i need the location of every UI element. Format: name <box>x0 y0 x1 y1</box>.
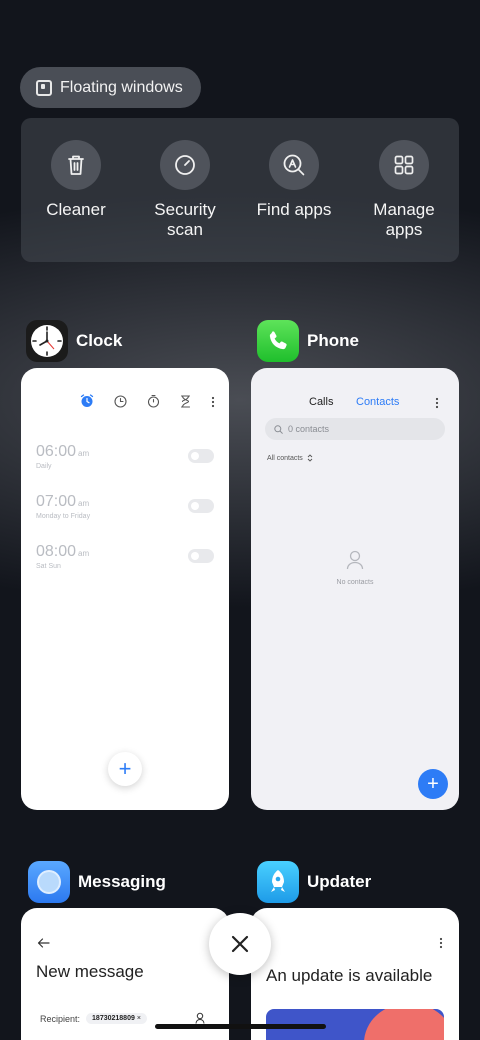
world-clock-tab-icon[interactable] <box>114 394 127 413</box>
tab-calls[interactable]: Calls <box>309 396 333 408</box>
alarm-time: 06:00 am <box>36 443 90 460</box>
no-contacts-label: No contacts <box>336 579 374 586</box>
contacts-filter-dropdown[interactable]: All contacts <box>267 454 313 462</box>
phone-app-name: Phone <box>307 331 359 350</box>
clear-all-button[interactable] <box>209 913 271 975</box>
updater-app-name: Updater <box>307 872 372 891</box>
messaging-app-header[interactable]: Messaging <box>28 861 166 903</box>
floating-windows-label: Floating windows <box>60 78 183 96</box>
more-options-icon[interactable] <box>435 397 439 412</box>
cleaner-button[interactable]: Cleaner <box>26 140 126 220</box>
updater-app-header[interactable]: Updater <box>257 861 371 903</box>
security-scan-button[interactable]: Security scan <box>135 140 235 240</box>
messaging-app-name: Messaging <box>78 872 166 891</box>
floating-window-icon <box>36 79 52 96</box>
alarm-repeat: Sat Sun <box>36 563 61 570</box>
phone-app-icon <box>257 320 299 362</box>
find-apps-button[interactable]: Find apps <box>244 140 344 220</box>
person-icon <box>346 550 364 570</box>
back-arrow-icon[interactable] <box>37 938 50 948</box>
alarm-tab-icon[interactable] <box>80 394 94 413</box>
alarm-repeat: Monday to Friday <box>36 513 91 520</box>
tab-contacts[interactable]: Contacts <box>356 396 399 408</box>
empty-contacts-state: No contacts <box>251 550 459 586</box>
alarm-toggle[interactable] <box>188 549 214 563</box>
phone-app-header[interactable]: Phone <box>257 320 359 362</box>
more-options-icon[interactable] <box>211 395 215 413</box>
search-placeholder: 0 contacts <box>288 424 330 434</box>
alarm-row[interactable]: 08:00 am Sat Sun <box>36 543 214 583</box>
clock-app-name: Clock <box>76 331 123 350</box>
phone-recent-card[interactable]: Calls Contacts 0 contacts All contacts N… <box>251 368 459 810</box>
cleaner-label: Cleaner <box>46 200 106 219</box>
security-scan-icon <box>160 140 210 190</box>
quick-actions-panel: Cleaner Security scan Find apps Manage a… <box>21 118 459 262</box>
timer-tab-icon[interactable] <box>180 394 191 413</box>
recipient-chip[interactable]: 18730218809 × <box>86 1013 147 1024</box>
updater-recent-card[interactable]: An update is available <box>251 908 459 1040</box>
more-options-icon[interactable] <box>439 937 443 949</box>
clock-recent-card[interactable]: 06:00 am Daily 07:00 am Monday to Friday 0… <box>21 368 229 810</box>
find-apps-label: Find apps <box>256 200 332 219</box>
contacts-search-input[interactable]: 0 contacts <box>265 418 445 440</box>
manage-apps-button[interactable]: Manage apps <box>354 140 454 240</box>
stopwatch-tab-icon[interactable] <box>147 394 160 413</box>
filter-label: All contacts <box>267 454 303 462</box>
manage-apps-label: Manage apps <box>373 200 435 239</box>
security-scan-label: Security scan <box>154 200 216 239</box>
alarm-time: 07:00 am <box>36 493 90 510</box>
new-message-title: New message <box>36 962 144 981</box>
updater-app-icon <box>257 861 299 903</box>
find-apps-icon <box>269 140 319 190</box>
messaging-recent-card[interactable]: New message Recipient: 18730218809 × <box>21 908 229 1040</box>
sort-arrows-icon <box>307 454 313 462</box>
floating-windows-button[interactable]: Floating windows <box>20 67 201 108</box>
clock-toolbar <box>80 394 215 413</box>
clock-app-header[interactable]: Clock <box>26 320 122 362</box>
alarm-row[interactable]: 07:00 am Monday to Friday <box>36 493 214 533</box>
add-contact-icon[interactable] <box>195 1012 205 1024</box>
recipient-row[interactable]: Recipient: 18730218809 × <box>40 1013 147 1024</box>
alarm-toggle[interactable] <box>188 499 214 513</box>
alarm-time: 08:00 am <box>36 543 90 560</box>
alarm-toggle[interactable] <box>188 449 214 463</box>
home-indicator[interactable] <box>155 1024 326 1029</box>
trash-icon <box>51 140 101 190</box>
messaging-app-icon <box>28 861 70 903</box>
add-contact-button[interactable]: + <box>418 769 448 799</box>
recipient-label: Recipient: <box>40 1013 81 1024</box>
close-icon <box>231 935 249 953</box>
update-available-title: An update is available <box>266 966 433 985</box>
clock-app-icon <box>26 320 68 362</box>
alarm-repeat: Daily <box>36 463 52 470</box>
alarm-row[interactable]: 06:00 am Daily <box>36 443 214 483</box>
search-icon <box>274 424 283 434</box>
add-alarm-button[interactable]: + <box>108 752 142 786</box>
manage-apps-icon <box>379 140 429 190</box>
